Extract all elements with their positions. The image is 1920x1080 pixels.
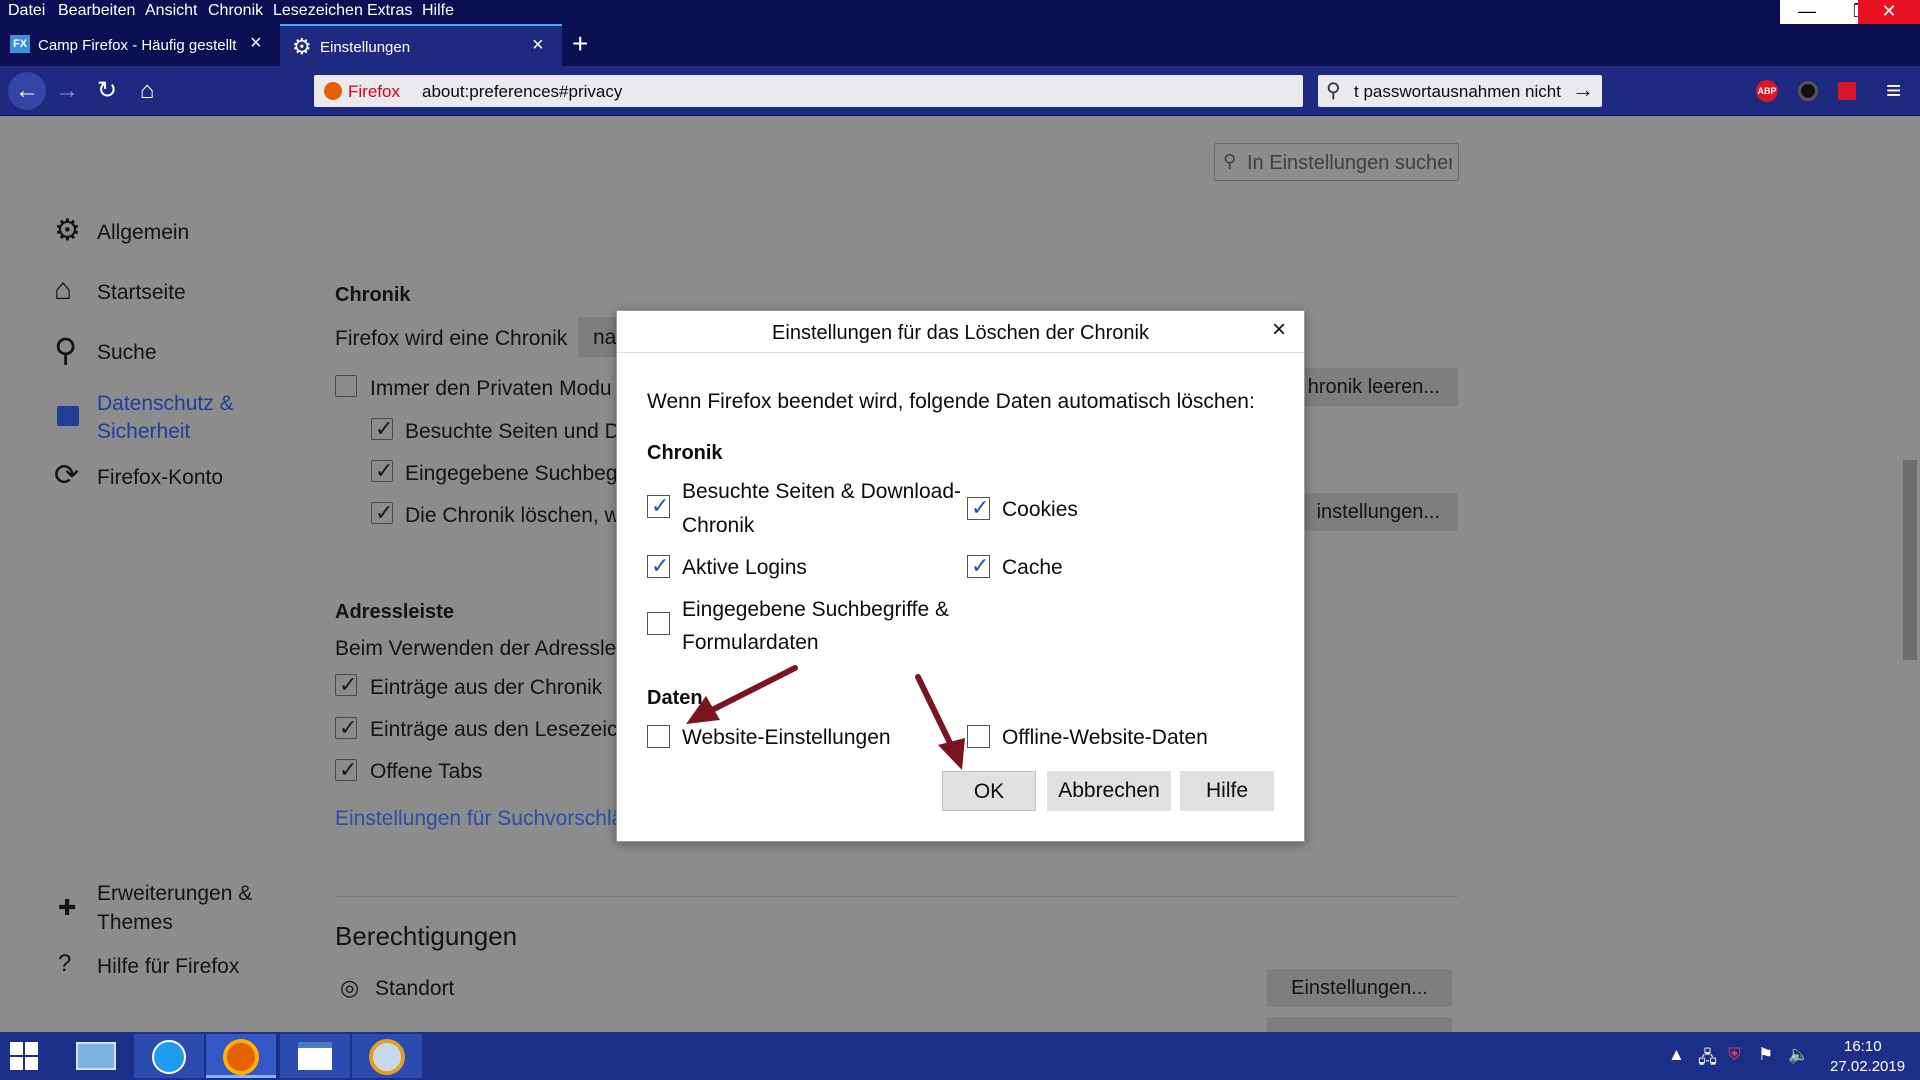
taskbar-teamviewer-icon[interactable]: [134, 1034, 204, 1078]
windows-start-icon[interactable]: [10, 1042, 38, 1070]
security-shield-icon[interactable]: ⛨: [1728, 1045, 1741, 1065]
taskbar-explorer-icon[interactable]: [62, 1034, 132, 1078]
taskbar-editor-icon[interactable]: [280, 1034, 350, 1078]
volume-icon[interactable]: 🔈: [1788, 1045, 1809, 1065]
flag-icon[interactable]: ⚑: [1758, 1045, 1773, 1065]
taskbar: ▲ 🖧 ⛨ ⚑ 🔈 16:10 27.02.2019: [0, 1032, 1920, 1080]
annotation-arrows: [686, 665, 965, 770]
network-icon[interactable]: 🖧: [1698, 1045, 1717, 1074]
clock-date[interactable]: 27.02.2019: [1830, 1058, 1905, 1075]
arrow-to-ok: [915, 674, 965, 770]
tray-expand-icon[interactable]: ▲: [1668, 1045, 1685, 1065]
clock-time[interactable]: 16:10: [1844, 1038, 1882, 1055]
taskbar-app-icon[interactable]: [352, 1034, 422, 1078]
arrow-to-site-settings: [686, 665, 798, 724]
taskbar-firefox-icon[interactable]: [206, 1034, 276, 1078]
